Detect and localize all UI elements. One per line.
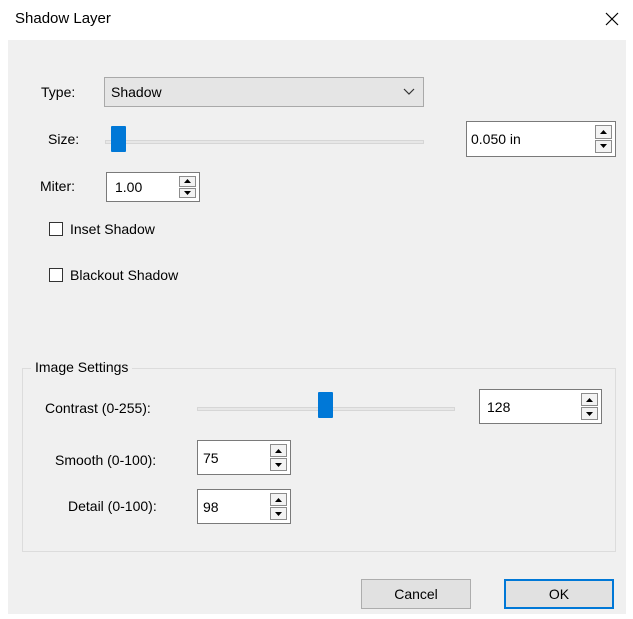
arrow-down-icon bbox=[600, 144, 607, 149]
size-up-button[interactable] bbox=[595, 125, 612, 139]
chevron-down-icon bbox=[403, 88, 415, 95]
size-slider-thumb[interactable] bbox=[111, 126, 126, 152]
detail-down-button[interactable] bbox=[270, 507, 287, 520]
blackout-shadow-checkbox[interactable] bbox=[49, 268, 63, 282]
contrast-spinbox[interactable]: 128 bbox=[479, 389, 602, 424]
detail-up-button[interactable] bbox=[270, 493, 287, 506]
size-spinbox[interactable]: 0.050 in bbox=[466, 121, 616, 157]
inset-shadow-checkbox[interactable] bbox=[49, 222, 63, 236]
size-label: Size: bbox=[48, 131, 80, 147]
window-title: Shadow Layer bbox=[15, 10, 111, 27]
contrast-down-button[interactable] bbox=[581, 407, 598, 420]
contrast-value: 128 bbox=[487, 398, 511, 415]
arrow-down-icon bbox=[184, 190, 191, 195]
size-slider-track[interactable] bbox=[105, 140, 424, 144]
close-icon bbox=[605, 12, 619, 26]
miter-value: 1.00 bbox=[115, 179, 143, 195]
arrow-up-icon bbox=[275, 448, 282, 453]
miter-label: Miter: bbox=[40, 178, 75, 194]
blackout-shadow-label[interactable]: Blackout Shadow bbox=[70, 267, 178, 283]
arrow-down-icon bbox=[275, 462, 282, 467]
smooth-down-button[interactable] bbox=[270, 458, 287, 471]
detail-label: Detail (0-100): bbox=[68, 498, 157, 514]
miter-spinbox[interactable]: 1.00 bbox=[106, 172, 200, 202]
type-dropdown[interactable]: Shadow bbox=[104, 77, 424, 107]
close-button[interactable] bbox=[597, 4, 627, 34]
arrow-down-icon bbox=[586, 411, 593, 416]
contrast-up-button[interactable] bbox=[581, 393, 598, 406]
arrow-up-icon bbox=[275, 497, 282, 502]
arrow-up-icon bbox=[184, 179, 191, 184]
detail-value: 98 bbox=[203, 498, 219, 515]
contrast-slider-thumb[interactable] bbox=[318, 392, 333, 418]
miter-up-button[interactable] bbox=[179, 176, 196, 187]
smooth-spinbox[interactable]: 75 bbox=[197, 440, 291, 475]
type-label: Type: bbox=[41, 84, 76, 100]
detail-spinbox[interactable]: 98 bbox=[197, 489, 291, 524]
arrow-down-icon bbox=[275, 511, 282, 516]
arrow-up-icon bbox=[600, 129, 607, 134]
size-value: 0.050 in bbox=[471, 131, 521, 147]
smooth-up-button[interactable] bbox=[270, 444, 287, 457]
size-down-button[interactable] bbox=[595, 139, 612, 153]
arrow-up-icon bbox=[586, 397, 593, 402]
smooth-label: Smooth (0-100): bbox=[55, 452, 157, 468]
inset-shadow-label[interactable]: Inset Shadow bbox=[70, 221, 155, 237]
image-settings-legend: Image Settings bbox=[31, 359, 133, 375]
smooth-value: 75 bbox=[203, 449, 219, 466]
miter-down-button[interactable] bbox=[179, 187, 196, 198]
cancel-button[interactable]: Cancel bbox=[361, 579, 471, 609]
type-dropdown-value: Shadow bbox=[111, 84, 162, 100]
contrast-label: Contrast (0-255): bbox=[45, 400, 151, 416]
ok-button[interactable]: OK bbox=[504, 579, 614, 609]
